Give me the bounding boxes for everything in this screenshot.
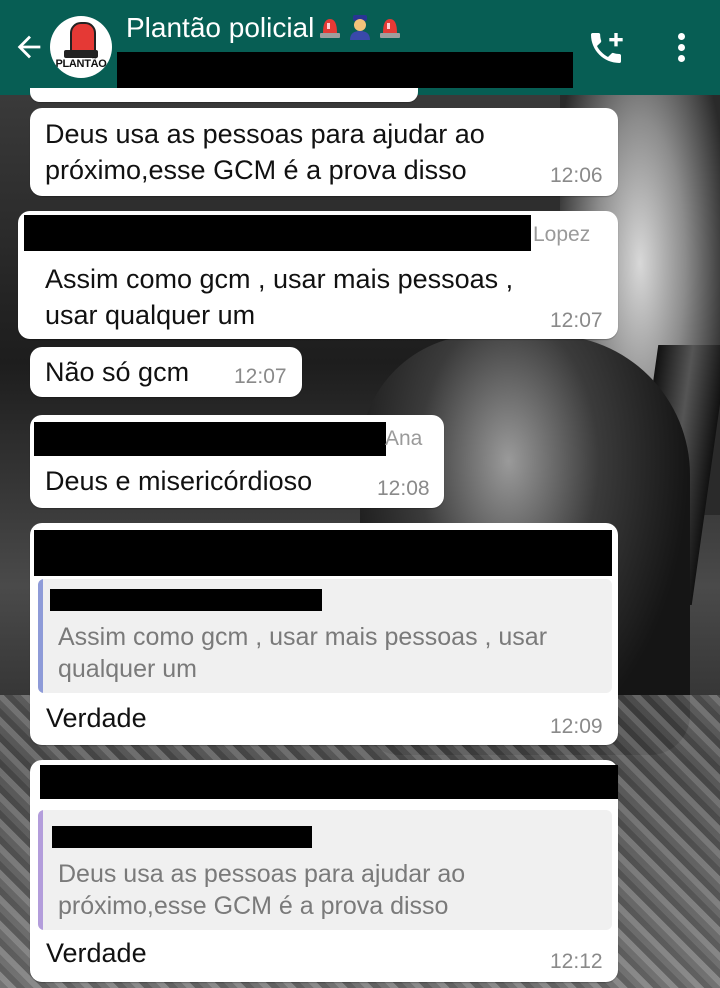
redacted-sender-phone	[24, 215, 531, 251]
group-avatar[interactable]: PLANTÃO	[50, 16, 112, 78]
message-bubble-partial	[30, 88, 418, 102]
message-bubble[interactable]: Não só gcm 12:07	[30, 347, 302, 397]
quoted-line: Assim como gcm , usar mais pessoas , usa…	[58, 623, 548, 651]
redacted-sender-phone	[40, 765, 618, 799]
siren-emoji-icon	[380, 19, 401, 38]
message-time: 12:07	[550, 309, 603, 332]
police-officer-emoji-icon	[350, 15, 371, 40]
group-title-text: Plantão policial	[126, 12, 315, 43]
group-title[interactable]: Plantão policial	[126, 12, 404, 44]
avatar-brand-text: PLANTÃO	[55, 58, 107, 70]
quoted-message[interactable]: Assim como gcm , usar mais pessoas , usa…	[38, 579, 612, 693]
quoted-line: Deus usa as pessoas para ajudar ao	[58, 860, 466, 888]
message-text: Não só gcm	[45, 357, 190, 387]
quoted-line: próximo,esse GCM é a prova disso	[58, 892, 449, 920]
message-time: 12:08	[377, 477, 430, 500]
quote-accent-bar	[38, 579, 43, 693]
sender-name: Lopez	[533, 223, 591, 246]
siren-icon	[70, 22, 96, 52]
message-bubble[interactable]: Lopez Assim como gcm , usar mais pessoas…	[18, 211, 618, 339]
sender-name: Ana	[385, 427, 423, 450]
message-line: Deus usa as pessoas para ajudar ao	[45, 119, 485, 149]
message-time: 12:07	[234, 365, 287, 388]
message-time: 12:06	[550, 164, 603, 187]
redacted-sender-phone	[34, 422, 386, 456]
message-time: 12:12	[550, 950, 603, 973]
chat-header: PLANTÃO Plantão policial	[0, 0, 720, 95]
message-text: Deus e misericórdioso	[45, 466, 313, 496]
message-line: Assim como gcm , usar mais pessoas ,	[45, 264, 514, 294]
redacted-participants	[117, 52, 573, 88]
redacted-quoted-sender	[52, 826, 312, 848]
add-call-icon[interactable]	[586, 28, 626, 68]
redacted-quoted-sender	[50, 589, 322, 611]
message-text: Deus usa as pessoas para ajudar ao próxi…	[45, 116, 485, 188]
message-bubble[interactable]: Ana Deus e misericórdioso 12:08	[30, 415, 444, 508]
quoted-line: qualquer um	[58, 655, 197, 683]
message-line: próximo,esse GCM é a prova disso	[45, 155, 467, 185]
siren-base	[64, 50, 98, 58]
quoted-message[interactable]: Deus usa as pessoas para ajudar ao próxi…	[38, 810, 612, 930]
message-text: Assim como gcm , usar mais pessoas , usa…	[45, 261, 513, 333]
message-bubble[interactable]: Deus usa as pessoas para ajudar ao próxi…	[30, 108, 618, 196]
reply-message-bubble[interactable]: Assim como gcm , usar mais pessoas , usa…	[30, 523, 618, 745]
siren-emoji-icon	[320, 19, 341, 38]
message-text: Verdade	[46, 703, 147, 733]
message-line: usar qualquer um	[45, 300, 256, 330]
message-time: 12:09	[550, 715, 603, 738]
back-arrow-icon[interactable]	[12, 30, 46, 64]
message-text: Verdade	[46, 938, 147, 968]
redacted-sender-phone	[34, 530, 612, 576]
more-options-icon[interactable]	[670, 30, 692, 66]
quoted-text: Deus usa as pessoas para ajudar ao próxi…	[58, 858, 465, 922]
reply-message-bubble[interactable]: Deus usa as pessoas para ajudar ao próxi…	[30, 760, 618, 982]
quote-accent-bar	[38, 810, 43, 930]
quoted-text: Assim como gcm , usar mais pessoas , usa…	[58, 621, 547, 685]
